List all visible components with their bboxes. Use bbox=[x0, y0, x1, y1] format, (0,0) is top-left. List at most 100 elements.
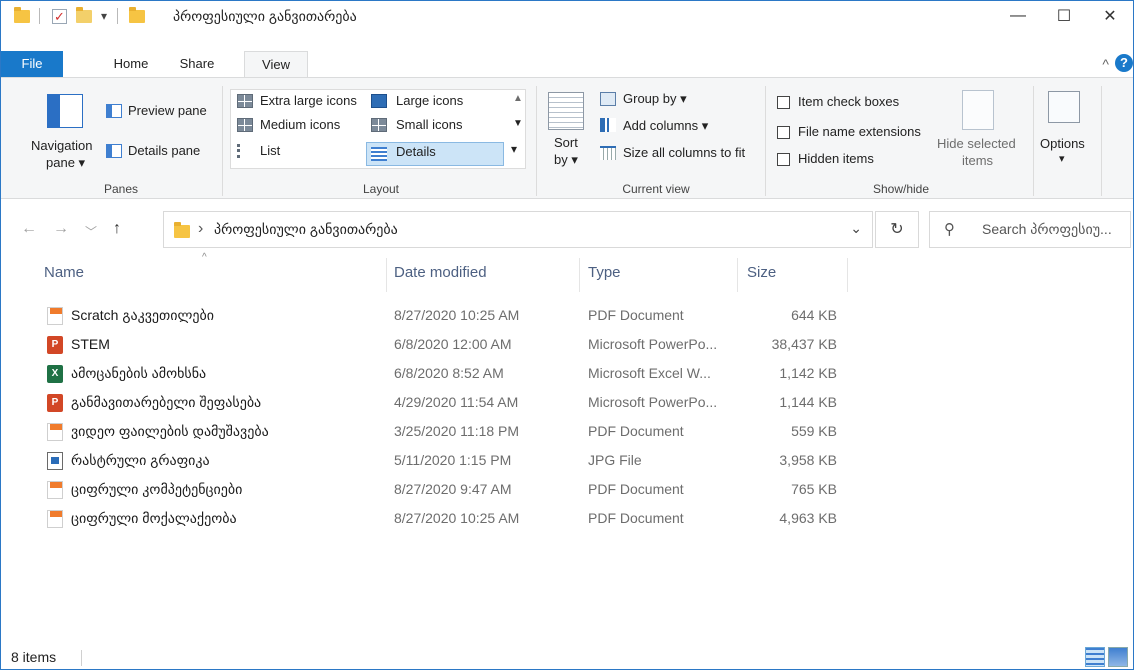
file-name: ვიდეო ფაილების დამუშავება bbox=[71, 423, 269, 439]
hidden-items-checkbox[interactable] bbox=[777, 153, 790, 166]
properties-check-icon[interactable]: ✓ bbox=[52, 8, 67, 24]
file-name-extensions-checkbox[interactable] bbox=[777, 126, 790, 139]
layout-details[interactable]: Details bbox=[396, 144, 436, 159]
recent-locations-chevron-icon[interactable]: ﹀ bbox=[85, 223, 97, 240]
file-name: Scratch გაკვეთილები bbox=[71, 307, 214, 323]
file-name: STEM bbox=[71, 336, 110, 352]
quick-access-folder-icon[interactable] bbox=[14, 6, 30, 25]
current-view-group-label: Current view bbox=[622, 182, 690, 196]
file-date-modified: 8/27/2020 10:25 AM bbox=[394, 510, 520, 526]
collapse-ribbon-icon[interactable]: ^ bbox=[1102, 56, 1109, 72]
breadcrumb-chevron-icon[interactable]: › bbox=[198, 220, 203, 238]
details-view-toggle-icon[interactable] bbox=[1085, 647, 1105, 667]
gallery-scroll-up-icon[interactable]: ▲ bbox=[513, 93, 523, 104]
gallery-scroll-down-icon[interactable]: ▼ bbox=[513, 118, 523, 129]
minimize-button[interactable]: — bbox=[995, 1, 1041, 31]
options-button[interactable]: Options bbox=[1040, 136, 1085, 151]
tab-file[interactable]: File bbox=[1, 51, 63, 77]
maximize-button[interactable]: ☐ bbox=[1041, 1, 1087, 31]
close-button[interactable]: ✕ bbox=[1087, 1, 1133, 31]
tab-share[interactable]: Share bbox=[167, 51, 227, 77]
xls-file-icon: X bbox=[47, 365, 63, 383]
ppt-file-icon: P bbox=[47, 336, 63, 354]
navigation-pane-button-line2[interactable]: pane ▾ bbox=[46, 155, 85, 171]
file-row[interactable]: P STEM 6/8/2020 12:00 AM Microsoft PowerPo.… bbox=[1, 333, 851, 357]
file-row[interactable]: რასტრული გრაფიკა 5/11/2020 1:15 PM JPG Fil… bbox=[1, 449, 851, 473]
layout-large-icons[interactable]: Large icons bbox=[396, 93, 463, 108]
add-columns-icon bbox=[600, 118, 616, 132]
hide-selected-items-button[interactable]: Hide selected bbox=[937, 136, 1016, 151]
file-size: 4,963 KB bbox=[779, 510, 837, 526]
title-folder-icon bbox=[129, 6, 145, 25]
pdf-file-icon bbox=[47, 423, 63, 441]
group-divider bbox=[1101, 86, 1102, 196]
file-size: 38,437 KB bbox=[771, 336, 837, 352]
add-columns-button[interactable]: Add columns ▾ bbox=[623, 118, 708, 134]
up-arrow-icon[interactable]: ↑ bbox=[113, 220, 121, 238]
file-type: Microsoft PowerPo... bbox=[588, 336, 718, 352]
address-bar[interactable]: › პროფესიული განვითარება ⌄ bbox=[163, 211, 873, 248]
file-type: PDF Document bbox=[588, 307, 684, 323]
item-check-boxes-checkbox[interactable] bbox=[777, 96, 790, 109]
file-row[interactable]: Pგანმავითარებელი შეფასება 4/29/2020 11:54… bbox=[1, 391, 851, 415]
file-type: Microsoft Excel W... bbox=[588, 365, 711, 381]
column-divider[interactable] bbox=[579, 258, 580, 292]
options-dropdown-icon[interactable]: ▾ bbox=[1059, 152, 1065, 165]
sort-by-button-line2[interactable]: by ▾ bbox=[554, 152, 578, 168]
sort-indicator-icon: ^ bbox=[202, 252, 207, 263]
status-bar: 8 items bbox=[1, 645, 1133, 670]
column-divider[interactable] bbox=[847, 258, 848, 292]
quick-access-divider bbox=[39, 8, 40, 24]
file-row[interactable]: ვიდეო ფაილების დამუშავება 3/25/2020 11:18… bbox=[1, 420, 851, 444]
column-header-type[interactable]: Type bbox=[588, 264, 621, 281]
new-folder-icon[interactable] bbox=[76, 6, 92, 25]
navigation-pane-button[interactable]: Navigation bbox=[31, 138, 92, 153]
hide-selected-items-button-line2[interactable]: items bbox=[962, 153, 993, 168]
help-icon[interactable]: ? bbox=[1115, 54, 1133, 72]
file-row[interactable]: ციფრული მოქალაქეობა 8/27/2020 10:25 AM PDF… bbox=[1, 507, 851, 531]
quick-access-dropdown-icon[interactable]: ▾ bbox=[101, 7, 107, 25]
group-by-button[interactable]: Group by ▾ bbox=[623, 91, 687, 107]
list-view-icon bbox=[237, 144, 253, 158]
details-pane-icon bbox=[106, 144, 122, 158]
gallery-expand-icon[interactable]: ▾ bbox=[511, 142, 517, 156]
file-name-extensions-label: File name extensions bbox=[798, 124, 921, 139]
forward-arrow-icon[interactable]: → bbox=[53, 220, 69, 238]
details-view-icon bbox=[371, 147, 387, 161]
group-divider bbox=[1033, 86, 1034, 196]
small-icons-icon bbox=[371, 118, 387, 132]
address-dropdown-chevron-icon[interactable]: ⌄ bbox=[850, 220, 862, 237]
sort-by-button[interactable]: Sort bbox=[554, 135, 578, 150]
file-row[interactable]: ციფრული კომპეტენციები 8/27/2020 9:47 AM PD… bbox=[1, 478, 851, 502]
tab-view[interactable]: View bbox=[244, 51, 308, 78]
column-divider[interactable] bbox=[737, 258, 738, 292]
pdf-file-icon bbox=[47, 481, 63, 499]
back-arrow-icon[interactable]: ← bbox=[21, 220, 37, 238]
tab-home[interactable]: Home bbox=[101, 51, 161, 77]
file-row[interactable]: Xამოცანების ამოხსნა 6/8/2020 8:52 AM Micro… bbox=[1, 362, 851, 386]
layout-list[interactable]: List bbox=[260, 143, 280, 158]
layout-small-icons[interactable]: Small icons bbox=[396, 117, 462, 132]
file-row[interactable]: Scratch გაკვეთილები 8/27/2020 10:25 AM PDF… bbox=[1, 304, 851, 328]
layout-group-label: Layout bbox=[362, 182, 400, 196]
layout-extra-large-icons[interactable]: Extra large icons bbox=[260, 93, 357, 108]
large-icons-view-toggle-icon[interactable] bbox=[1108, 647, 1128, 667]
layout-medium-icons[interactable]: Medium icons bbox=[260, 117, 340, 132]
refresh-icon[interactable]: ↻ bbox=[875, 211, 919, 248]
preview-pane-button[interactable]: Preview pane bbox=[128, 103, 207, 118]
column-header-name[interactable]: Name bbox=[44, 264, 84, 281]
column-header-date-modified[interactable]: Date modified bbox=[394, 264, 487, 281]
item-check-boxes-label: Item check boxes bbox=[798, 94, 900, 109]
details-pane-button[interactable]: Details pane bbox=[128, 143, 200, 158]
search-input[interactable]: Search პროფესიუ... bbox=[982, 221, 1112, 238]
file-type: Microsoft PowerPo... bbox=[588, 394, 718, 410]
group-divider bbox=[536, 86, 537, 196]
size-all-columns-button[interactable]: Size all columns to fit bbox=[623, 145, 745, 160]
file-size: 644 KB bbox=[791, 307, 837, 323]
column-header-size[interactable]: Size bbox=[747, 264, 776, 281]
explorer-window: ✓ ▾ პროფესიული განვითარება — ☐ ✕ File Ho… bbox=[0, 0, 1134, 670]
file-type: PDF Document bbox=[588, 510, 684, 526]
search-box[interactable]: ⚲ Search პროფესიუ... bbox=[929, 211, 1131, 248]
column-divider[interactable] bbox=[386, 258, 387, 292]
breadcrumb-path[interactable]: პროფესიული განვითარება bbox=[214, 221, 398, 238]
